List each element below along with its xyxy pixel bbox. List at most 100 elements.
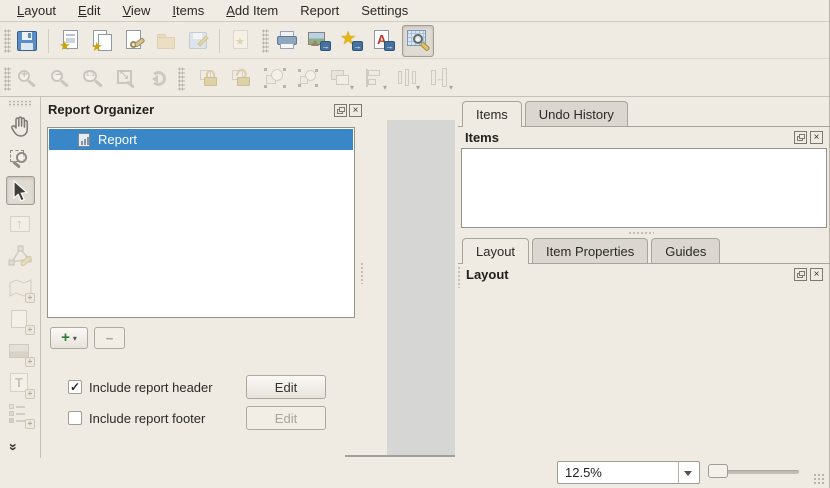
toolbar-drag-handle[interactable]	[178, 67, 185, 91]
dock-splitter-handle[interactable]	[628, 231, 654, 235]
tab-guides[interactable]: Guides	[651, 238, 720, 263]
distribute-items-button: ▾	[394, 66, 420, 92]
layout-manager-button[interactable]	[121, 28, 147, 54]
add-shape-tool-button: +	[6, 306, 35, 335]
export-image-icon: →	[306, 28, 332, 54]
duplicate-layout-button[interactable]: ★	[89, 28, 115, 54]
items-list[interactable]	[461, 148, 827, 228]
menu-edit[interactable]: Edit	[67, 0, 111, 21]
combobox-dropdown-button[interactable]	[678, 462, 699, 483]
group-items-button	[262, 66, 288, 92]
save-layout-button[interactable]	[14, 28, 40, 54]
include-report-footer-checkbox[interactable]	[68, 411, 82, 425]
save-icon	[17, 31, 37, 51]
resize-items-button: ↔ ▾	[427, 66, 453, 92]
open-layout-button	[153, 28, 179, 54]
save-as-button	[185, 28, 211, 54]
toolbox-toolbar: ↑ + + + T +	[0, 97, 41, 458]
tab-items[interactable]: Items	[462, 101, 522, 127]
close-panel-button[interactable]: ×	[810, 131, 823, 144]
pan-hand-icon	[6, 111, 35, 140]
zoom-level-combobox[interactable]: 12.5%	[557, 461, 700, 484]
items-tab-bar: Items Undo History	[458, 99, 830, 127]
menu-settings[interactable]: Settings	[350, 0, 419, 21]
remove-icon: −	[106, 331, 114, 346]
edit-footer-button: Edit	[246, 406, 326, 430]
duplicate-layout-icon: ★	[89, 28, 115, 54]
menu-add-item[interactable]: Add Item	[215, 0, 289, 21]
edit-report-icon	[403, 26, 433, 56]
zoom-full-button: ⤡	[113, 66, 139, 92]
toolbar-separator	[219, 29, 220, 53]
layout-toolbar: ★ ★	[0, 23, 829, 59]
add-icon: +	[61, 331, 70, 345]
tree-item-report[interactable]: Report	[49, 129, 353, 150]
toolbar-drag-handle[interactable]	[4, 29, 11, 53]
more-tools-chevron[interactable]: »	[6, 443, 22, 449]
dropdown-arrow-icon: ▾	[73, 334, 77, 343]
layout-tab-bar: Layout Item Properties Guides	[458, 236, 830, 264]
tab-item-properties[interactable]: Item Properties	[532, 238, 648, 263]
save-template-icon: ★	[227, 28, 253, 54]
add-label-tool-button: T +	[6, 370, 35, 399]
edit-header-button[interactable]: Edit	[246, 375, 326, 399]
edit-nodes-icon	[6, 242, 35, 271]
zoom-level-value: 12.5%	[565, 465, 602, 480]
close-panel-button[interactable]: ×	[810, 268, 823, 281]
new-report-icon: ★	[57, 28, 83, 54]
panel-title: Items	[465, 130, 499, 145]
include-report-footer-label: Include report footer	[89, 411, 205, 426]
toolbar-drag-handle[interactable]	[262, 29, 269, 53]
menu-layout[interactable]: Layout	[6, 0, 67, 21]
export-image-button[interactable]: →	[306, 28, 332, 54]
raise-items-button: ▾	[328, 66, 354, 92]
float-panel-button[interactable]	[794, 268, 807, 281]
navigation-toolbar: + − 1:1 ⤡	[0, 60, 829, 97]
dock-splitter-handle[interactable]	[360, 262, 364, 284]
menu-view[interactable]: View	[111, 0, 161, 21]
save-as-icon	[185, 28, 211, 54]
tab-undo-history[interactable]: Undo History	[525, 101, 628, 126]
export-svg-icon: ★ →	[338, 28, 364, 54]
zoom-slider-handle[interactable]	[708, 464, 728, 478]
report-item-icon	[78, 133, 90, 147]
select-move-item-tool-button[interactable]	[6, 176, 35, 205]
add-picture-icon	[9, 344, 29, 358]
zoom-tool-button[interactable]	[6, 144, 35, 173]
align-items-button: ▾	[361, 66, 387, 92]
include-report-header-checkbox[interactable]: ✓	[68, 380, 82, 394]
edit-report-button[interactable]	[402, 25, 434, 57]
toolbar-drag-handle[interactable]	[8, 100, 32, 107]
open-folder-icon	[153, 28, 179, 54]
refresh-view-button	[146, 66, 172, 92]
export-svg-button[interactable]: ★ →	[338, 28, 364, 54]
export-pdf-icon: A →	[370, 28, 396, 54]
float-panel-button[interactable]	[794, 131, 807, 144]
panel-title: Report Organizer	[48, 102, 154, 117]
window-resize-grip[interactable]	[813, 473, 826, 485]
lock-items-button	[196, 66, 222, 92]
float-panel-button[interactable]	[334, 104, 347, 117]
panel-drag-handle[interactable]	[457, 266, 461, 288]
remove-section-button: −	[94, 327, 125, 349]
panel-title: Layout	[466, 267, 509, 282]
close-panel-button[interactable]: ×	[349, 104, 362, 117]
print-button[interactable]	[274, 28, 300, 54]
save-as-template-button: ★	[227, 28, 253, 54]
include-report-header-label: Include report header	[89, 380, 213, 395]
layout-canvas[interactable]	[387, 120, 455, 455]
menu-items[interactable]: Items	[161, 0, 215, 21]
zoom-out-button: −	[47, 66, 73, 92]
pan-tool-button[interactable]	[6, 111, 35, 140]
menu-report[interactable]: Report	[289, 0, 350, 21]
tab-layout[interactable]: Layout	[462, 238, 529, 264]
layout-manager-icon	[121, 28, 147, 54]
report-tree[interactable]: Report	[47, 127, 355, 318]
export-pdf-button[interactable]: A →	[370, 28, 396, 54]
zoom-tool-icon	[6, 144, 35, 173]
zoom-actual-button: 1:1	[80, 66, 106, 92]
toolbar-drag-handle[interactable]	[4, 67, 11, 91]
toolbar-separator	[48, 29, 49, 53]
add-section-button[interactable]: + ▾	[50, 327, 88, 349]
new-report-button[interactable]: ★	[57, 28, 83, 54]
